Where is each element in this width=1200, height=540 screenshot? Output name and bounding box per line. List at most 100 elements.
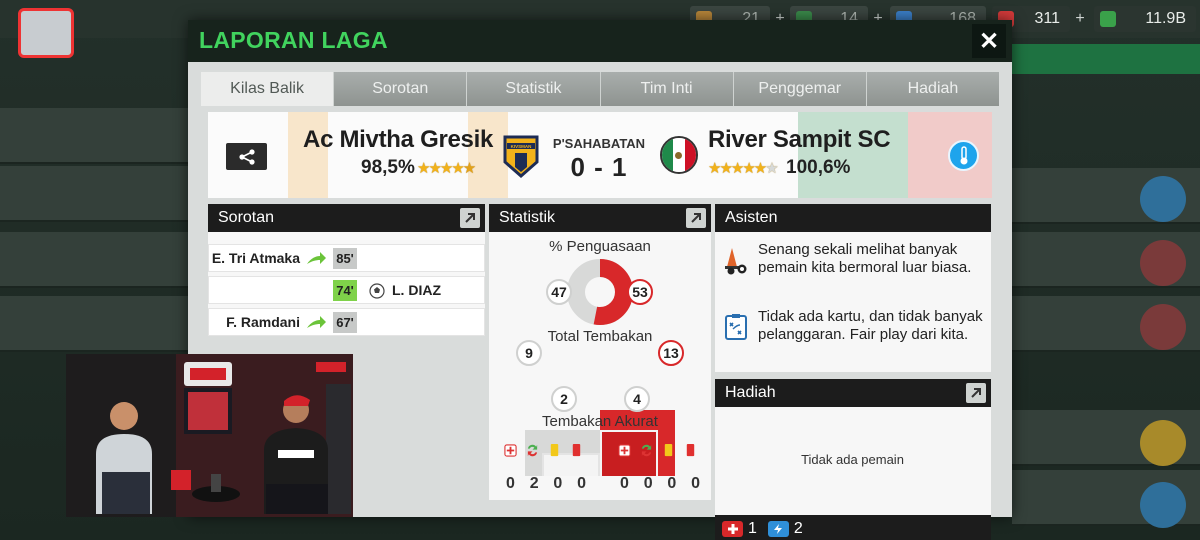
home-kit-stripe	[288, 112, 328, 198]
tactics-board-icon	[725, 314, 747, 340]
home-substitutions: 2	[529, 475, 539, 492]
possession-label: % Penguasaan	[549, 238, 651, 255]
share-icon	[238, 148, 255, 165]
substitution-icon	[641, 444, 652, 457]
away-injuries: 0	[620, 475, 629, 492]
home-injuries: 0	[506, 475, 515, 492]
rewards-expand-button[interactable]	[966, 383, 986, 403]
add-medical-button[interactable]: +	[1070, 6, 1090, 32]
assistant-title: Asisten	[725, 209, 778, 226]
away-kit-stripe	[798, 112, 908, 198]
football-icon	[369, 283, 385, 299]
assistant-note: Tidak ada kartu, dan tidak banyak pelang…	[758, 308, 983, 343]
highlights-expand-button[interactable]	[460, 208, 480, 228]
tab-penggemar[interactable]: Penggemar	[733, 72, 867, 106]
bg-row	[0, 296, 190, 352]
bg-row	[0, 108, 190, 164]
bg-row	[0, 232, 190, 288]
expand-arrow-icon	[465, 213, 475, 223]
tab-sorotan[interactable]: Sorotan	[334, 72, 468, 106]
event-player: F. Ramdani	[226, 314, 300, 330]
scoreboard: Ac Mivtha Gresik 98,5% ★★★★★ KIVSMAN P'S…	[208, 112, 992, 198]
close-button[interactable]: ✕	[972, 24, 1006, 58]
highlights-title: Sorotan	[218, 209, 275, 226]
rewards-title: Hadiah	[725, 384, 776, 401]
bg-circle-icon	[1140, 304, 1186, 350]
tab-bar: Kilas Balik Sorotan Statistik Tim Inti P…	[201, 72, 1000, 106]
tab-tim-inti[interactable]: Tim Inti	[600, 72, 734, 106]
energy-reward-count: 2	[793, 520, 803, 537]
medical-icon	[722, 521, 743, 537]
badge-lettering: KIVSMAN	[511, 144, 532, 149]
injury-icon	[618, 444, 631, 457]
close-icon: ✕	[978, 27, 1000, 55]
away-shots: 13	[658, 340, 684, 366]
medical-reward-count: 1	[748, 520, 757, 537]
home-rating: 98,5%	[361, 157, 415, 178]
bg-circle-icon	[1140, 176, 1186, 222]
mexico-flag-icon	[660, 136, 698, 174]
substitution-icon	[527, 444, 538, 457]
highlight-event-row[interactable]: F. Ramdani 67'	[208, 308, 485, 336]
final-score: 0 - 1	[570, 152, 628, 182]
event-minute: 67'	[333, 312, 357, 333]
tab-statistik[interactable]: Statistik	[467, 72, 601, 106]
assist-arrow-icon	[307, 316, 326, 328]
thermometer-icon	[960, 145, 967, 164]
thermometer-button[interactable]	[948, 140, 979, 171]
home-misc-stats: 0 2 0 0	[506, 475, 586, 493]
cash-icon	[1100, 11, 1116, 27]
highlight-event-row[interactable]: E. Tri Atmaka 85'	[208, 244, 485, 272]
event-minute: 85'	[333, 248, 357, 269]
expand-arrow-icon	[691, 213, 701, 223]
home-possession: 47	[546, 279, 572, 305]
rewards-empty-text: Tidak ada pemain	[801, 452, 904, 467]
home-club-badge: KIVSMAN	[503, 135, 539, 178]
share-button[interactable]	[226, 143, 267, 170]
away-rating: 100,6%	[786, 157, 851, 178]
club-logo	[18, 8, 74, 58]
highlights-header: Sorotan	[208, 204, 485, 232]
away-yellow-cards: 0	[667, 475, 677, 492]
home-shots: 9	[516, 340, 542, 366]
statistics-title: Statistik	[499, 209, 556, 226]
modal-title: LAPORAN LAGA	[199, 27, 388, 53]
bg-green-bar	[1012, 44, 1200, 74]
rewards-header: Hadiah	[715, 379, 991, 407]
yellow-card-icon	[664, 444, 673, 457]
statistics-expand-button[interactable]	[686, 208, 706, 228]
modal-header: LAPORAN LAGA ✕	[188, 20, 1012, 62]
away-on-target: 4	[624, 386, 650, 412]
bg-row	[0, 166, 190, 222]
tab-hadiah[interactable]: Hadiah	[866, 72, 1000, 106]
red-card-icon	[686, 444, 695, 457]
competition-label: P'SAHABATAN	[552, 136, 646, 151]
injury-icon	[504, 444, 517, 457]
away-red-cards: 0	[691, 475, 700, 492]
rewards-footer: 1 2	[715, 515, 991, 540]
assistant-note: Senang sekali melihat banyak pemain kita…	[758, 241, 972, 276]
away-misc-stats: 0 0 0 0	[620, 475, 700, 493]
possession-donut	[567, 259, 633, 325]
event-player: L. DIAZ	[392, 282, 441, 298]
red-card-icon	[572, 444, 581, 457]
webcam-overlay	[66, 354, 353, 517]
bg-circle-icon	[1140, 420, 1186, 466]
highlight-event-row[interactable]: 74' L. DIAZ	[208, 276, 485, 304]
tab-kilas-balik[interactable]: Kilas Balik	[201, 72, 335, 106]
statistics-header: Statistik	[489, 204, 711, 232]
away-stars: ★★★★★★	[708, 160, 779, 177]
event-player: E. Tri Atmaka	[211, 250, 300, 266]
home-on-target: 2	[551, 386, 577, 412]
home-red-cards: 0	[577, 475, 586, 492]
training-cones-icon	[725, 248, 747, 275]
bg-circle-icon	[1140, 482, 1186, 528]
energy-icon	[767, 521, 789, 537]
webcam-scene	[66, 354, 353, 517]
on-target-label: Tembakan Akurat	[542, 413, 658, 430]
away-possession: 53	[627, 279, 653, 305]
assistant-header: Asisten	[715, 204, 991, 232]
assist-arrow-icon	[307, 252, 326, 264]
away-substitutions: 0	[643, 475, 653, 492]
cash-resource[interactable]: 11.9B	[1094, 6, 1196, 32]
